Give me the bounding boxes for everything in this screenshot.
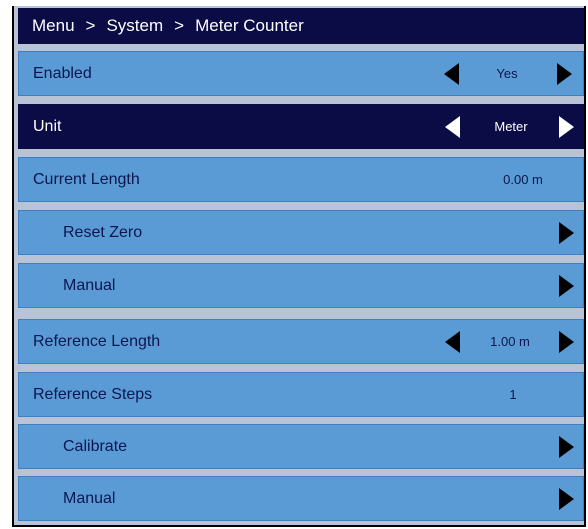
- menu-item-label: Current Length: [33, 170, 140, 188]
- right-arrow-icon[interactable]: [559, 221, 574, 244]
- menu-item-label: Manual: [63, 489, 116, 507]
- menu-item-value: Meter: [494, 119, 528, 134]
- menu-item-label: Calibrate: [63, 437, 128, 455]
- menu-item-manual[interactable]: Manual: [18, 263, 584, 308]
- menu-item-manual[interactable]: Manual: [18, 476, 584, 521]
- menu-item-label: Reference Steps: [33, 385, 153, 403]
- breadcrumb-separator: >: [85, 16, 96, 35]
- menu-item-label: Enabled: [33, 64, 92, 82]
- menu-item-value: Yes: [496, 66, 518, 81]
- breadcrumb-separator: >: [174, 16, 185, 35]
- menu-item-enabled[interactable]: Enabled Yes: [18, 51, 584, 96]
- menu-item-label: Unit: [33, 117, 62, 135]
- menu-item-reference-steps[interactable]: Reference Steps 1: [18, 372, 584, 417]
- menu-item-reference-length[interactable]: Reference Length 1.00 m: [18, 319, 584, 364]
- menu-item-label: Manual: [63, 276, 116, 294]
- menu-item-value: 1.00 m: [490, 334, 530, 349]
- menu-item-value: 0.00 m: [503, 172, 543, 187]
- right-arrow-icon[interactable]: [559, 487, 574, 510]
- right-arrow-icon[interactable]: [559, 274, 574, 297]
- menu-item-label: Reference Length: [33, 332, 161, 350]
- breadcrumb-menu[interactable]: Menu: [32, 16, 75, 36]
- menu-item-calibrate[interactable]: Calibrate: [18, 424, 584, 469]
- menu-item-reset-zero[interactable]: Reset Zero: [18, 210, 584, 255]
- breadcrumb-meter-counter: Meter Counter: [195, 16, 304, 35]
- right-arrow-icon[interactable]: [557, 62, 572, 85]
- left-arrow-icon[interactable]: [445, 115, 460, 138]
- right-arrow-icon[interactable]: [559, 435, 574, 458]
- menu-item-value: 1: [509, 387, 517, 402]
- left-arrow-icon[interactable]: [445, 330, 460, 353]
- right-arrow-icon[interactable]: [559, 115, 574, 138]
- menu-item-current-length[interactable]: Current Length 0.00 m: [18, 157, 584, 202]
- menu-item-unit[interactable]: Unit Meter: [18, 104, 584, 149]
- right-arrow-icon[interactable]: [559, 330, 574, 353]
- left-arrow-icon[interactable]: [444, 62, 459, 85]
- breadcrumb: Menu > System > Meter Counter: [18, 8, 584, 44]
- menu-item-label: Reset Zero: [63, 223, 143, 241]
- breadcrumb-system[interactable]: System: [106, 16, 163, 36]
